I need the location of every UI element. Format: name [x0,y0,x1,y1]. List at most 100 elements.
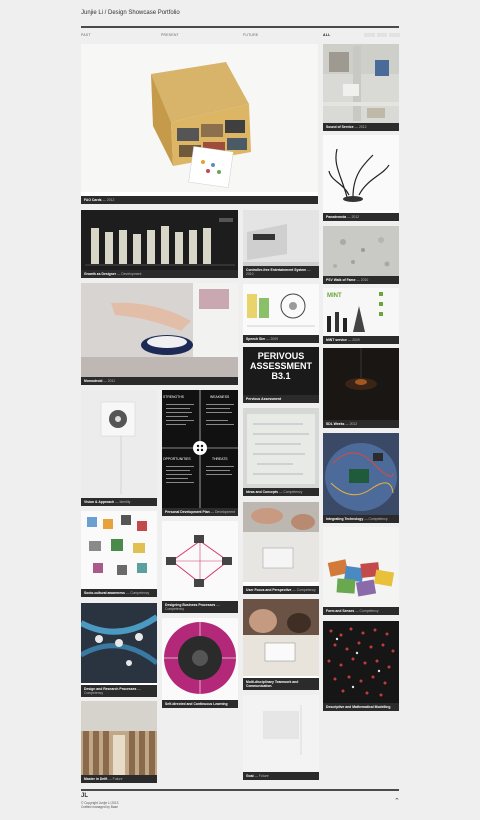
tile-caption: Momodroid — 2011 [81,376,238,385]
tile-title: PSV Walk of Fame [326,277,356,282]
tile-speech-sim[interactable]: Speech Sim — 2009 [243,284,319,343]
nav-all[interactable]: ALL [323,33,330,37]
nav-past[interactable]: PAST [81,33,91,37]
swot-image: STRENGTHS WEAKNESS OPPORTUNITIES THREATS [162,390,238,508]
tile-ideas-concepts[interactable]: Ideas and Concepts — Competency [243,408,319,496]
growth-chart-image [81,210,238,270]
tile-self-directed[interactable]: Self-directed and Continuous Learning [162,618,238,708]
tile-title: Form and Senses [326,608,355,613]
tile-caption: Pervious Assessment [243,394,319,403]
nav-filter-pill[interactable] [389,33,401,37]
pervious-line-1: PERIVOUS [257,351,305,361]
modelling-image [323,621,399,703]
tile-subtitle: — Competency [278,489,303,494]
footer-text: © Copyright Junjie Li 2013 Crafted manag… [81,801,118,809]
tile-master-in-delft[interactable]: Master in Delft — Future [81,701,157,783]
tile-title: Controller-free Entertainment System [246,267,307,272]
mint-service-image: MINT [323,288,399,336]
footer-credit[interactable]: Crafted managed by Base [81,805,118,809]
nav-present[interactable]: PRESENT [161,33,179,37]
tile-caption: Panadeonda — 2012 [323,212,399,221]
tile-psv-walk-of-fame[interactable]: PSV Walk of Fame — 2010 [323,226,399,284]
tile-controller-free[interactable]: Controller-free Entertainment System — 2… [243,210,319,278]
nav-filter-pill[interactable] [364,33,375,37]
pervious-assessment-image: PERIVOUS ASSESSMENT B3.1 [243,347,319,395]
tile-caption: Goal — Future [243,771,319,780]
tile-title: Personal Development Plan [165,509,210,514]
goal-image [243,695,319,772]
tile-goal[interactable]: Goal — Future [243,695,319,780]
tile-title: Self-directed and Continuous Learning [165,701,228,706]
tile-panadeonda[interactable]: Panadeonda — 2012 [323,135,399,221]
tile-title: Descriptive and Mathematical Modelling [326,704,391,709]
tile-caption: Designing Business Processes — Competenc… [162,600,238,613]
tile-fao-cards[interactable]: FAO Cards — 2012 [81,44,318,204]
pervious-line-2: ASSESSMENT [249,361,312,371]
mint-logo-text: MINT [327,293,342,299]
tile-title: SDL Weeks [326,421,345,426]
tile-caption: Socio-cultural awareness — Competency [81,588,157,597]
nav-filter-pill[interactable] [376,33,388,37]
tile-title: Goal [246,773,254,778]
socio-cultural-image [81,511,157,589]
tile-momodroid[interactable]: Momodroid — 2011 [81,283,238,385]
tile-subtitle: — 2012 [347,214,360,219]
swot-strengths-label: STRENGTHS [163,395,185,399]
tile-growth-as-designer[interactable]: Growth as Designer — Development [81,210,238,278]
tile-caption: PSV Walk of Fame — 2010 [323,275,399,284]
tile-caption: Sound of Service — 2012 [323,122,399,131]
momodroid-image [81,283,238,377]
tile-title: Momodroid [84,378,103,383]
tile-title: Multi-disciplinary Teamwork and Communic… [246,679,299,688]
site-title[interactable]: Junjie Li / Design Showcase Portfolio [81,10,180,16]
tile-subtitle: — Competency [125,590,150,595]
design-research-image [81,603,157,683]
tile-descriptive-modelling[interactable]: Descriptive and Mathematical Modelling [323,621,399,711]
tile-caption: Ideas and Concepts — Competency [243,487,319,496]
tile-title: Vision & Approach [84,499,115,504]
tile-socio-cultural[interactable]: Socio-cultural awareness — Competency [81,511,157,597]
tile-caption: SDL Weeks — 2012 [323,419,399,428]
panadeonda-image [323,135,399,213]
tile-title: Master in Delft [84,776,108,781]
back-to-top-icon[interactable]: ⌃ [394,797,400,805]
pervious-line-3: B3.1 [271,371,291,381]
tile-form-and-senses[interactable]: Form and Senses — Competency [323,527,399,615]
tile-multi-disciplinary[interactable]: Multi-disciplinary Teamwork and Communic… [243,599,319,690]
tile-subtitle: — Competency [364,516,388,521]
ideas-concepts-image [243,408,319,488]
tile-integrating-technology[interactable]: Integrating Technology — Competency [323,433,399,523]
nav-filter-group [364,33,401,37]
tile-subtitle: — 2012 [102,197,115,202]
tile-personal-development-plan[interactable]: STRENGTHS WEAKNESS OPPORTUNITIES THREATS… [162,390,238,516]
tile-mint-service[interactable]: MINT MINT service — 2009 [323,288,399,344]
tile-pervious-assessment[interactable]: PERIVOUS ASSESSMENT B3.1 Pervious Assess… [243,347,319,403]
tile-subtitle: — 2012 [354,124,367,129]
tile-sdl-weeks[interactable]: SDL Weeks — 2012 [323,348,399,428]
controller-free-image [243,210,319,266]
swot-weakness-label: WEAKNESS [210,395,230,399]
fao-cards-image [81,44,318,192]
nav-future[interactable]: FUTURE [243,33,258,37]
tile-vision-approach[interactable]: Vision & Approach — Identity [81,390,157,506]
tile-subtitle: — Future [108,776,123,781]
tile-subtitle: — 2011 [103,378,116,383]
tile-sound-of-service[interactable]: Sound of Service — 2012 [323,44,399,131]
tile-title: Integrating Technology [326,516,364,521]
business-process-image [162,521,238,601]
tile-subtitle: — 2010 [356,277,369,282]
tile-subtitle: — Identity [115,499,131,504]
tile-user-focus[interactable]: User Focus and Perspective — Competency [243,502,319,594]
tile-designing-business[interactable]: Designing Business Processes — Competenc… [162,521,238,613]
tile-caption: FAO Cards — 2012 [81,195,318,204]
tile-caption: Integrating Technology — Competency [323,514,399,523]
tile-subtitle: — Development [210,509,235,514]
tile-caption: Personal Development Plan — Development [162,507,238,516]
tile-title: Speech Sim [246,336,266,341]
tile-design-research[interactable]: Design and Research Processes — Competen… [81,603,157,697]
tile-caption: Design and Research Processes — Competen… [81,684,157,697]
header-rule [81,26,399,28]
tile-subtitle: — Competency [292,587,316,592]
footer-logo[interactable]: JL [81,793,88,799]
integrating-technology-image [323,433,399,515]
